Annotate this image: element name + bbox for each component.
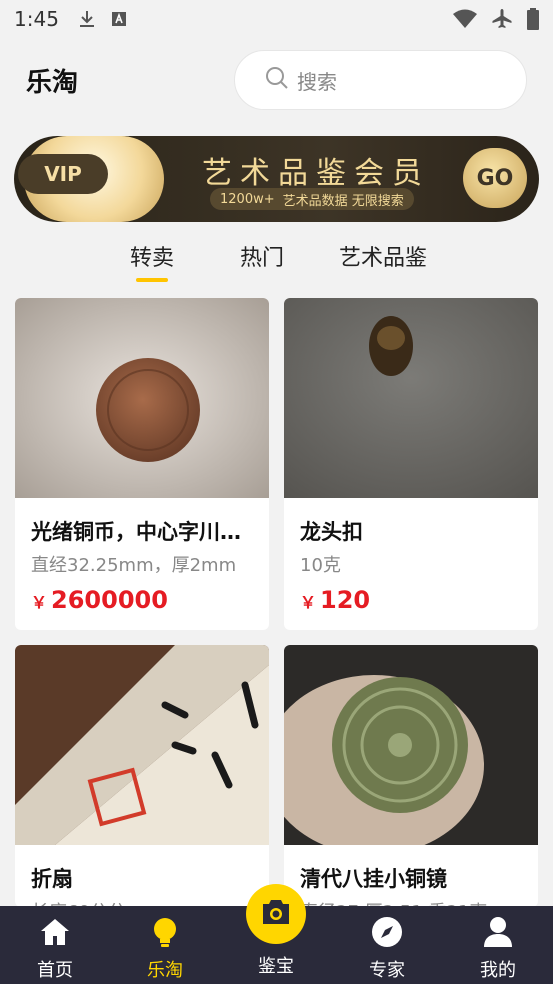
price-value: 2600000 — [51, 586, 168, 614]
vip-title: 艺术品鉴会员 — [202, 156, 430, 191]
product-spec: 10克 — [300, 555, 341, 576]
page-title: 乐淘 — [26, 68, 79, 98]
airplane-icon — [491, 8, 513, 35]
product-card[interactable]: 龙头扣 10克 ￥ 120 — [284, 298, 538, 630]
product-name: 折扇 — [31, 867, 73, 891]
product-card[interactable]: 光绪铜币，中心字川… 直经32.25mm，厚2mm ￥ 2600000 — [15, 298, 269, 630]
product-image-bagua-mirror — [284, 645, 538, 845]
vip-subtitle-count: 1200w+ — [220, 191, 275, 207]
vip-banner[interactable]: VIP 艺术品鉴会员 1200w+ 艺术品数据 无限搜索 GO — [14, 136, 539, 222]
tab-resale[interactable]: 转卖 — [130, 240, 174, 272]
product-image-coin — [15, 298, 269, 498]
currency-symbol: ￥ — [31, 593, 48, 612]
nav-experts[interactable]: 专家 — [332, 906, 442, 984]
header: 乐淘 搜索 — [0, 44, 553, 114]
status-time: 1:45 — [14, 7, 59, 31]
vip-go-button[interactable]: GO — [463, 148, 527, 208]
nav-label: 我的 — [480, 960, 516, 981]
nav-home[interactable]: 首页 — [0, 906, 110, 984]
battery-icon — [527, 8, 539, 35]
vip-subtitle-text: 艺术品数据 无限搜索 — [282, 193, 404, 209]
compass-icon — [371, 916, 403, 948]
status-bar: 1:45 — [0, 0, 553, 38]
vip-subtitle: 1200w+ 艺术品数据 无限搜索 — [210, 188, 414, 210]
product-price: ￥ 120 — [300, 586, 370, 614]
tab-art-appraisal[interactable]: 艺术品鉴 — [339, 240, 427, 272]
price-value: 120 — [320, 586, 371, 614]
product-name: 光绪铜币，中心字川… — [31, 520, 241, 544]
currency-symbol: ￥ — [300, 593, 317, 612]
nav-letao[interactable]: 乐淘 — [110, 906, 220, 984]
user-icon — [482, 916, 514, 948]
product-price: ￥ 2600000 — [31, 586, 168, 614]
camera-button[interactable] — [246, 884, 306, 944]
wifi-icon — [453, 9, 477, 34]
product-name: 清代八挂小铜镜 — [300, 867, 447, 891]
search-input[interactable]: 搜索 — [234, 50, 527, 110]
product-image-folding-fan — [15, 645, 269, 845]
vip-badge: VIP — [18, 154, 108, 194]
download-icon — [79, 10, 95, 28]
category-tabs: 转卖 热门 艺术品鉴 — [0, 236, 553, 286]
nav-mine[interactable]: 我的 — [443, 906, 553, 984]
nav-label: 专家 — [369, 960, 405, 981]
home-icon — [39, 916, 71, 948]
product-name: 龙头扣 — [300, 520, 363, 544]
nav-label: 鉴宝 — [258, 956, 294, 977]
product-spec: 直经32.25mm，厚2mm — [31, 555, 237, 576]
product-card[interactable]: 清代八挂小铜镜 直径27 厚2.51 重21克 — [284, 645, 538, 907]
tab-hot[interactable]: 热门 — [240, 240, 284, 272]
search-icon — [265, 66, 289, 94]
bulb-icon — [149, 916, 181, 948]
camera-icon — [260, 898, 292, 930]
product-image-dragon-button — [284, 298, 538, 498]
search-placeholder: 搜索 — [297, 69, 337, 94]
product-card[interactable]: 折扇 长度60公分 — [15, 645, 269, 907]
nav-label: 首页 — [37, 960, 73, 981]
nav-label: 乐淘 — [147, 960, 183, 981]
font-a-icon — [111, 10, 127, 28]
